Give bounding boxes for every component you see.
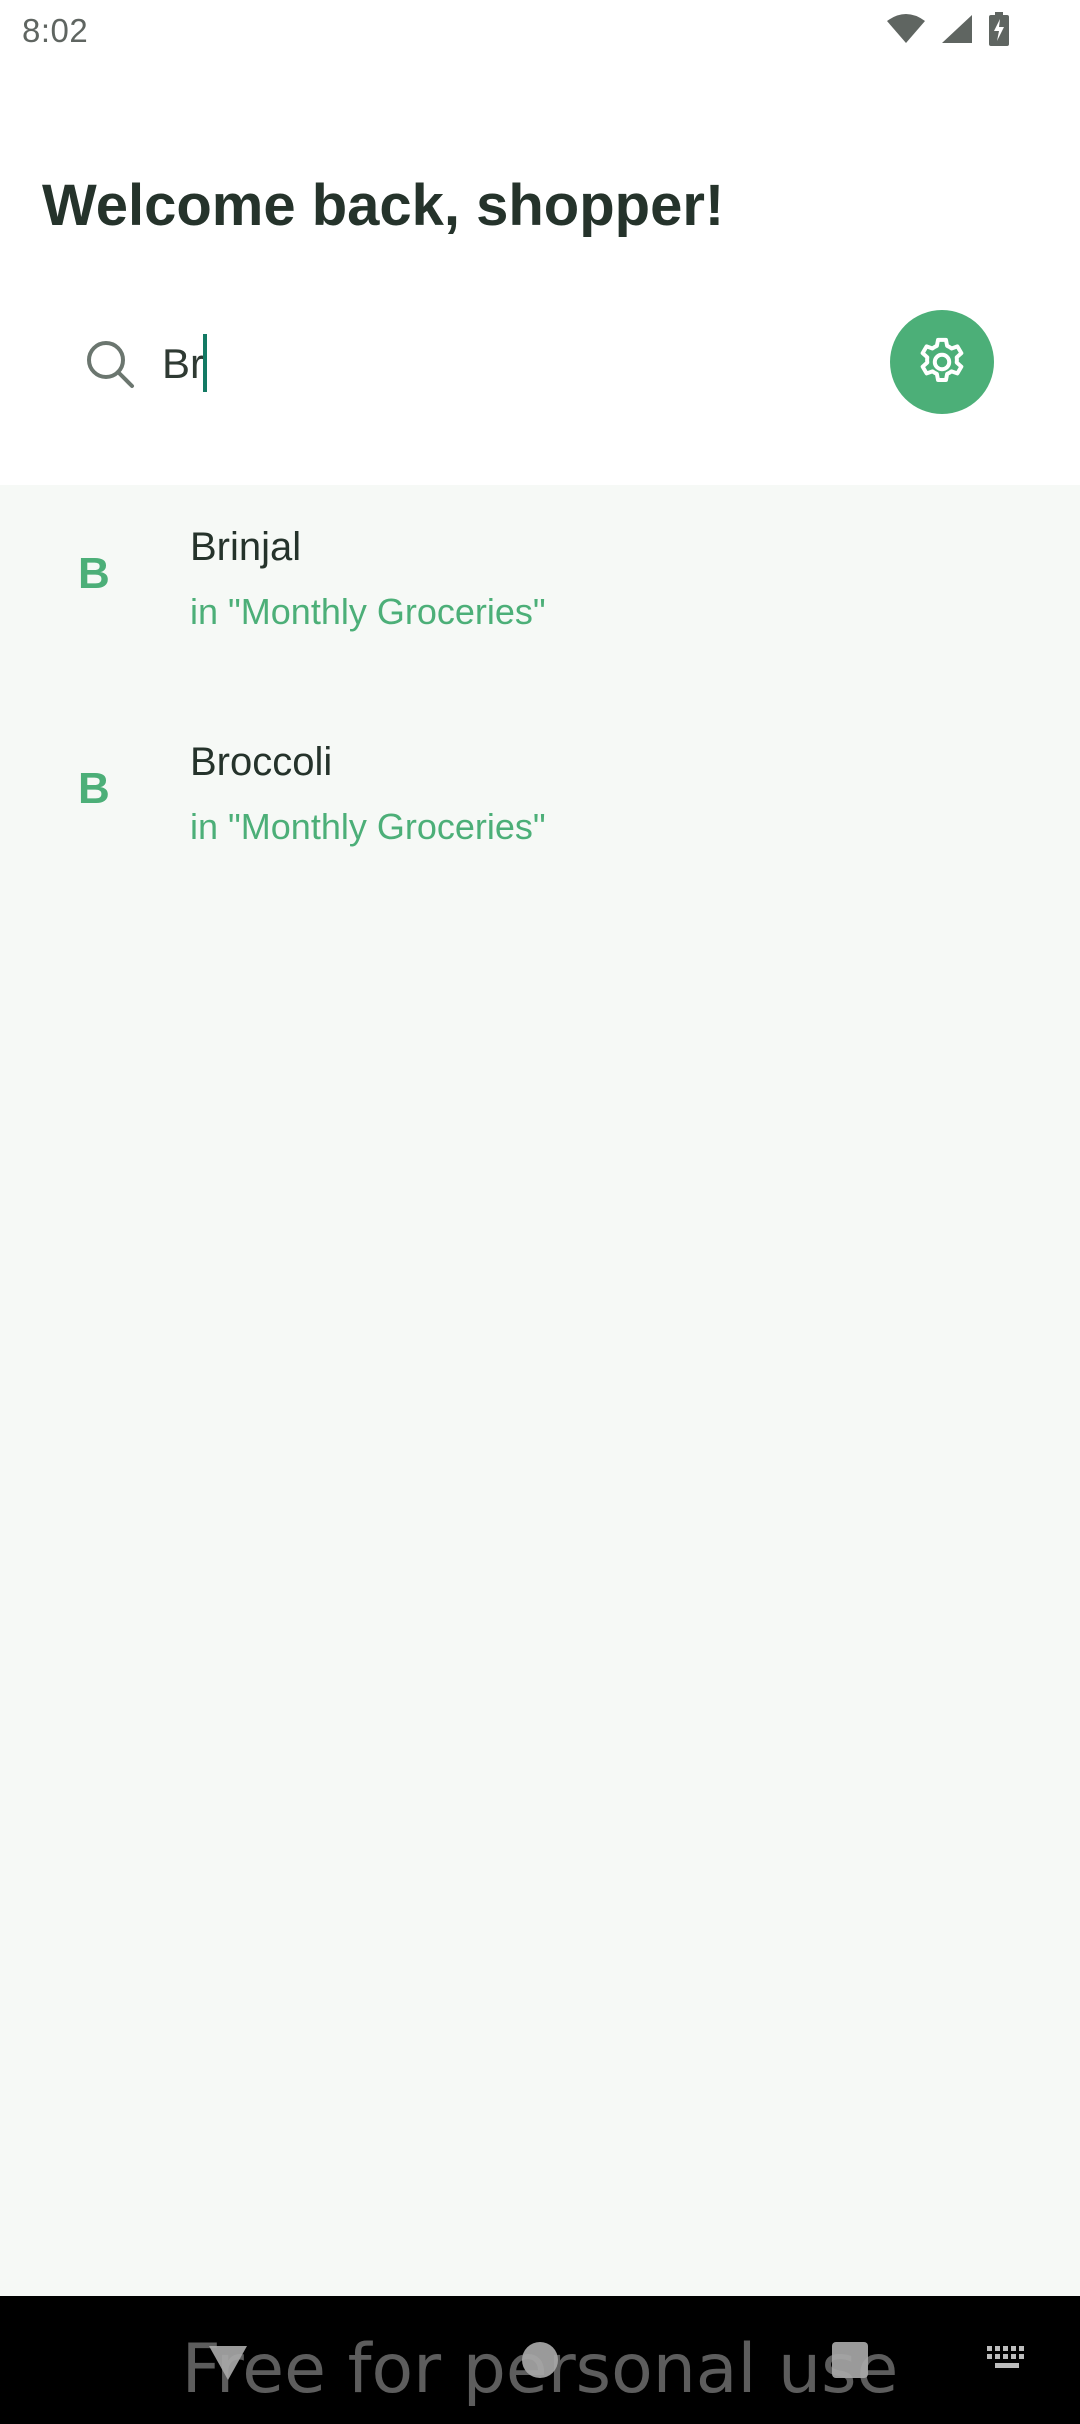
search-results-list: B Brinjal in "Monthly Groceries" B Brocc… xyxy=(0,485,1080,2296)
item-list-name: in "Monthly Groceries" xyxy=(190,806,546,847)
recents-icon[interactable] xyxy=(830,2340,870,2380)
gear-icon xyxy=(920,337,964,382)
status-icons xyxy=(886,12,1010,46)
item-name: Brinjal xyxy=(190,525,302,569)
signal-icon xyxy=(942,15,972,43)
item-name: Broccoli xyxy=(190,740,333,784)
search-bar xyxy=(0,300,1080,424)
settings-button[interactable] xyxy=(890,310,994,414)
keyboard-icon[interactable] xyxy=(986,2344,1030,2374)
search-input[interactable] xyxy=(162,324,862,404)
app-screen: 8:02 Welcome back, shopper! Br B Brinjal… xyxy=(0,0,1080,2424)
back-icon[interactable] xyxy=(205,2340,251,2384)
page-title: Welcome back, shopper! xyxy=(42,173,725,238)
wifi-icon xyxy=(887,14,925,43)
status-bar: 8:02 xyxy=(0,0,1080,64)
navigation-bar xyxy=(0,2296,1080,2424)
item-initial: B xyxy=(78,549,110,598)
list-item[interactable]: B Brinjal in "Monthly Groceries" xyxy=(0,485,1080,700)
search-icon xyxy=(87,341,134,388)
text-caret xyxy=(203,334,207,392)
list-item[interactable]: B Broccoli in "Monthly Groceries" xyxy=(0,700,1080,915)
home-icon[interactable] xyxy=(520,2340,560,2380)
item-list-name: in "Monthly Groceries" xyxy=(190,591,546,632)
battery-charging-icon xyxy=(989,12,1009,46)
status-time: 8:02 xyxy=(22,12,89,49)
item-initial: B xyxy=(78,764,110,813)
